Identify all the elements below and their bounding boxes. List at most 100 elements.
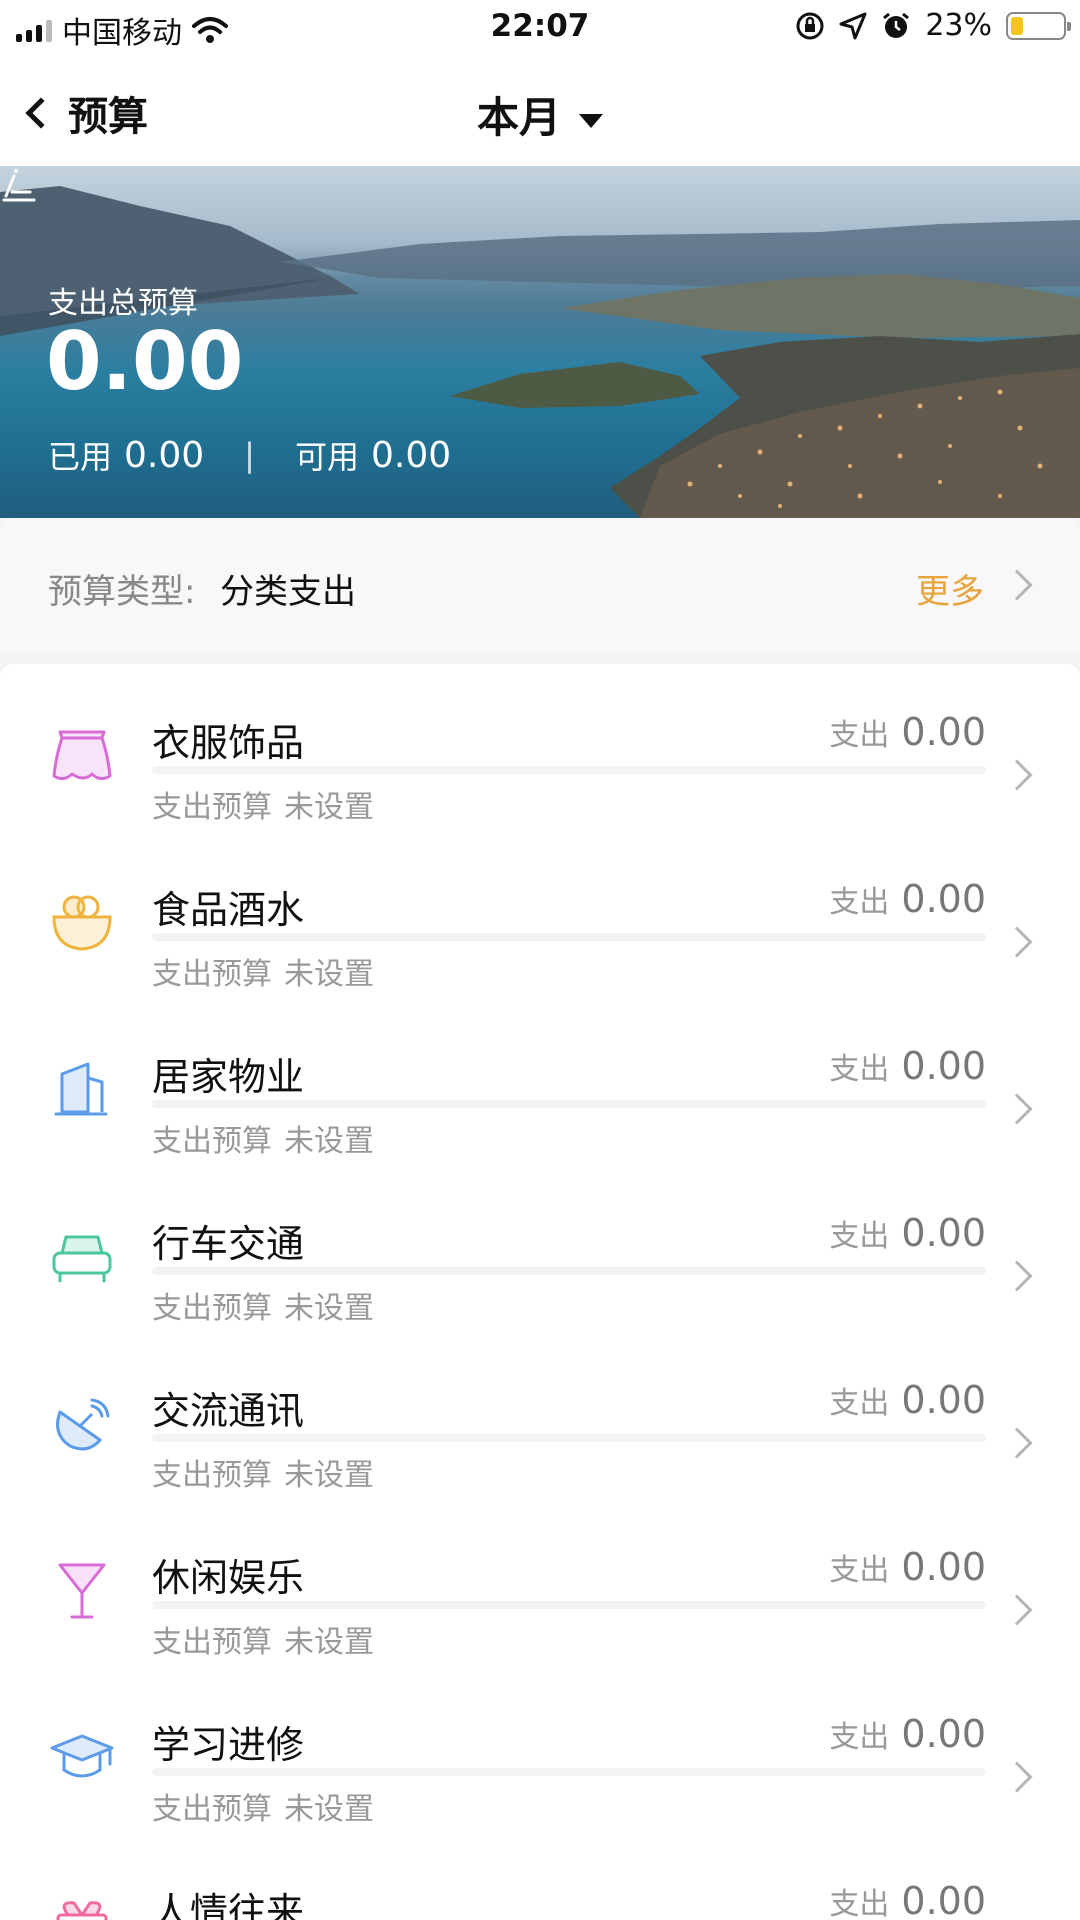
total-budget-amount: 0.00 [46,315,244,408]
category-row[interactable]: 人情往来 支出 0.00 支出预算未设置 [0,1833,1080,1920]
spend-label: 支出 [829,1386,890,1421]
budget-progress-bar [152,1768,986,1776]
page-title: 本月 [476,93,561,142]
chevron-right-icon [1001,1594,1033,1626]
budget-progress-bar [152,933,986,941]
budget-status-value: 未设置 [284,1124,374,1159]
budget-banner: 支出总预算 0.00 已用 0.00 | 可用 0.00 [0,166,1080,518]
chevron-right-icon [1001,1260,1033,1292]
budget-status: 支出预算 未设置 [152,1784,374,1828]
spend-label: 支出 [829,1887,890,1920]
caret-down-icon [579,113,603,128]
budget-progress-bar [152,1601,986,1609]
satellite-dish-icon [48,1394,116,1454]
spend-value: 0.00 [901,1211,986,1255]
category-row[interactable]: 食品酒水 支出 0.00 支出预算 未设置 [0,831,1080,998]
category-name: 居家物业 [152,1055,305,1099]
alarm-icon [883,12,910,38]
category-list: 衣服饰品 支出 0.00 支出预算 未设置 食品酒水 支出 0.00 支出预算 未设… [0,664,1080,1920]
category-name: 学习进修 [152,1723,305,1767]
spend-value: 0.00 [901,710,986,754]
category-row[interactable]: 休闲娱乐 支出 0.00 支出预算 未设置 [0,1499,1080,1666]
spend-value: 0.00 [901,1879,986,1920]
category-name: 交流通讯 [152,1389,305,1433]
stats-separator: | [244,436,255,474]
budget-status-value: 未设置 [284,1792,374,1827]
category-name: 行车交通 [152,1222,305,1266]
spend-label: 支出 [829,1553,890,1588]
graduation-cap-icon [48,1728,116,1788]
budget-status: 支出预算 未设置 [152,1450,374,1494]
chevron-right-icon [1001,1427,1033,1459]
category-row[interactable]: 行车交通 支出 0.00 支出预算 未设置 [0,1165,1080,1332]
car-icon [48,1227,116,1287]
chevron-right-icon [1001,759,1033,791]
more-link[interactable]: 更多 [916,564,984,613]
budget-label: 支出预算 [152,1625,272,1660]
chevron-right-icon [1001,1761,1033,1793]
budget-status: 支出预算 未设置 [152,1283,374,1327]
category-name: 食品酒水 [152,888,305,932]
spend-label: 支出 [829,1052,890,1087]
budget-status-value: 未设置 [284,1458,374,1493]
budget-progress-bar [152,766,986,774]
category-spend: 支出 0.00 [829,877,986,921]
category-row[interactable]: 衣服饰品 支出 0.00 支出预算 未设置 [0,664,1080,831]
category-row[interactable]: 学习进修 支出 0.00 支出预算 未设置 [0,1666,1080,1833]
used-value: 0.00 [124,434,205,476]
spend-label: 支出 [829,718,890,753]
cocktail-glass-icon [48,1561,116,1621]
category-spend: 支出 0.00 [829,1211,986,1255]
status-right: 23% [795,8,1071,43]
spend-label: 支出 [829,1219,890,1254]
budget-label: 支出预算 [152,1291,272,1326]
battery-fill [1011,16,1023,35]
category-name: 衣服饰品 [152,721,305,765]
budget-status: 支出预算 未设置 [152,1617,374,1661]
location-icon [839,12,867,39]
category-spend: 支出 0.00 [829,1545,986,1589]
category-spend: 支出 0.00 [829,1378,986,1422]
budget-type-row[interactable]: 预算类型: 分类支出 更多 [0,518,1080,652]
nav-bar: 预算 本月 [0,56,1080,166]
spend-label: 支出 [829,885,890,920]
battery-percent: 23% [925,8,992,43]
status-bar: 中国移动 22:07 23% [0,0,1080,56]
spend-value: 0.00 [901,1044,986,1088]
period-selector[interactable]: 本月 [0,84,1080,145]
budget-progress-bar [152,1434,986,1442]
budget-label: 支出预算 [152,1458,272,1493]
spend-value: 0.00 [901,1545,986,1589]
budget-label: 支出预算 [152,1792,272,1827]
battery-icon [1006,11,1071,40]
available-value: 0.00 [370,434,452,476]
budget-status-value: 未设置 [284,790,374,825]
category-name: 人情往来 [152,1890,305,1920]
chevron-right-icon [1001,569,1033,601]
spend-value: 0.00 [901,1378,986,1422]
category-spend: 支出 0.00 [829,710,986,754]
category-name: 休闲娱乐 [152,1556,305,1600]
budget-label: 支出预算 [152,957,272,992]
category-row[interactable]: 交流通讯 支出 0.00 支出预算 未设置 [0,1332,1080,1499]
available-label: 可用 [294,438,359,476]
category-row[interactable]: 居家物业 支出 0.00 支出预算 未设置 [0,998,1080,1165]
spend-value: 0.00 [901,877,986,921]
budget-status: 支出预算 未设置 [152,949,374,993]
edit-icon[interactable] [0,166,40,206]
category-spend: 支出 0.00 [829,1044,986,1088]
used-label: 已用 [48,438,113,476]
building-icon [48,1060,116,1120]
budget-progress-bar [152,1100,986,1108]
budget-status-value: 未设置 [284,1291,374,1326]
chevron-right-icon [1001,1093,1033,1125]
gift-icon [48,1895,116,1920]
budget-type-value: 分类支出 [220,572,356,612]
chevron-right-icon [1001,926,1033,958]
budget-type-label: 预算类型: [48,572,196,612]
budget-status: 支出预算 未设置 [152,1116,374,1160]
banner-stats: 已用 0.00 | 可用 0.00 [48,432,451,478]
budget-progress-bar [152,1267,986,1275]
category-spend: 支出 0.00 [829,1879,986,1920]
budget-status: 支出预算 未设置 [152,782,374,826]
